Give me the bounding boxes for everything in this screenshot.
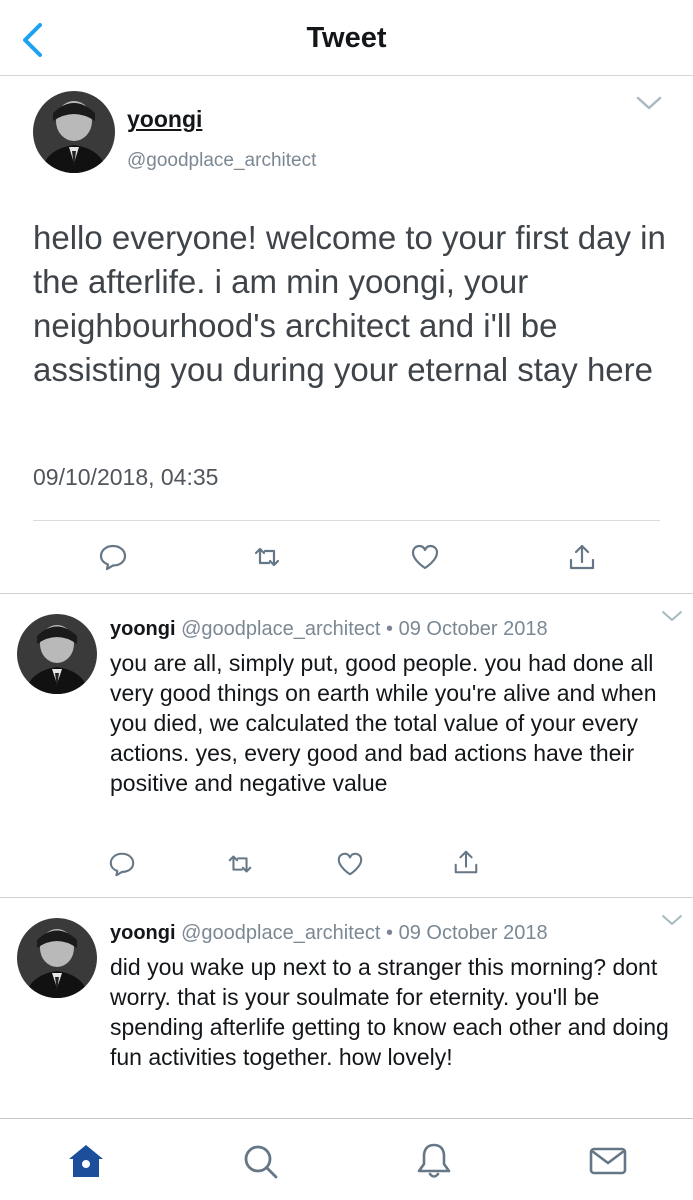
avatar[interactable]: [33, 91, 115, 173]
chevron-down-icon[interactable]: [636, 94, 662, 112]
author-handle[interactable]: @goodplace_architect: [181, 922, 380, 944]
avatar[interactable]: [17, 918, 97, 998]
reply-tweet[interactable]: yoongi @goodplace_architect • 09 October…: [0, 898, 693, 1118]
avatar[interactable]: [17, 614, 97, 694]
chevron-down-icon[interactable]: [661, 610, 683, 622]
reply-icon[interactable]: [108, 850, 136, 878]
top-bar: Tweet: [0, 0, 693, 76]
tweet-text: hello everyone! welcome to your first da…: [33, 219, 666, 388]
share-icon[interactable]: [452, 848, 480, 876]
author-name[interactable]: yoongi: [127, 106, 202, 133]
reply-icon[interactable]: [98, 542, 128, 572]
bottom-tab-bar: [0, 1118, 693, 1200]
main-tweet: yoongi @goodplace_architect hello everyo…: [0, 76, 693, 594]
share-icon[interactable]: [567, 542, 597, 572]
reply-tweet[interactable]: yoongi @goodplace_architect • 09 October…: [0, 594, 693, 898]
author-handle[interactable]: @goodplace_architect: [181, 618, 380, 640]
messages-icon[interactable]: [588, 1141, 628, 1181]
chevron-down-icon[interactable]: [661, 914, 683, 926]
tweet-date: 09 October 2018: [398, 618, 548, 640]
meta-separator: •: [386, 618, 394, 640]
tweet-date: 09 October 2018: [398, 922, 548, 944]
search-icon[interactable]: [240, 1141, 280, 1181]
author-name[interactable]: yoongi: [110, 618, 176, 640]
home-icon[interactable]: [66, 1141, 106, 1181]
divider: [33, 520, 660, 521]
like-icon[interactable]: [410, 542, 440, 572]
page-title: Tweet: [306, 22, 387, 54]
tweet-text: you are all, simply put, good people. yo…: [110, 650, 657, 796]
like-icon[interactable]: [336, 850, 364, 878]
meta-separator: •: [386, 922, 394, 944]
retweet-icon[interactable]: [226, 850, 254, 878]
author-name[interactable]: yoongi: [110, 922, 176, 944]
tweet-text: did you wake up next to a stranger this …: [110, 954, 669, 1070]
notifications-icon[interactable]: [414, 1141, 454, 1181]
tweet-meta: yoongi @goodplace_architect • 09 October…: [110, 618, 548, 641]
tweet-meta: yoongi @goodplace_architect • 09 October…: [110, 922, 548, 945]
author-handle[interactable]: @goodplace_architect: [127, 150, 316, 172]
tweet-timestamp: 09/10/2018, 04:35: [33, 464, 219, 490]
retweet-icon[interactable]: [252, 542, 282, 572]
